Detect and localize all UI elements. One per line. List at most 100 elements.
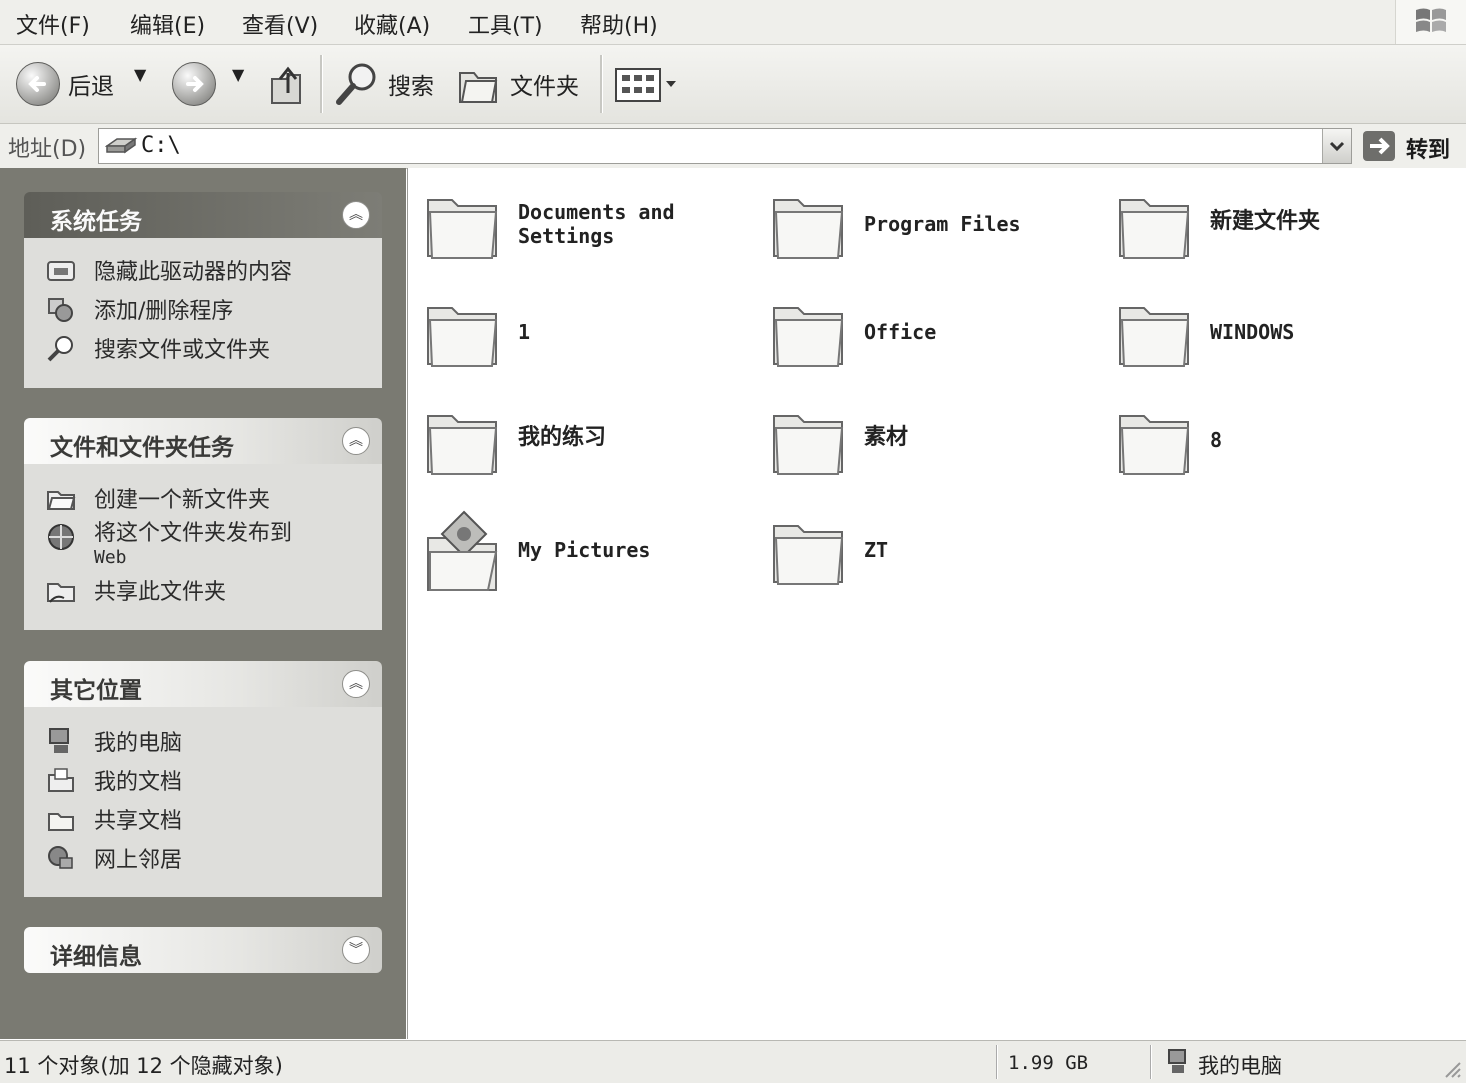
- folder-item[interactable]: Office: [770, 298, 1070, 378]
- toolbar: 后退 ▼ ▼ 搜索 文件夹: [0, 45, 1466, 124]
- forward-button[interactable]: [172, 62, 216, 106]
- folders-icon[interactable]: [456, 63, 502, 107]
- resize-grip-icon[interactable]: [1440, 1057, 1462, 1079]
- folder-icon: [1119, 199, 1190, 259]
- details-title: 详细信息: [50, 944, 142, 970]
- back-dropdown-icon[interactable]: ▼: [134, 65, 146, 84]
- address-bar: 地址(D) C:\ 转到: [0, 124, 1466, 169]
- address-value[interactable]: C:\: [141, 133, 181, 158]
- file-folder-tasks-body: 创建一个新文件夹 将这个文件夹发布到 Web 共享此文件夹: [24, 464, 382, 630]
- folder-name: ZT: [864, 538, 889, 562]
- chevron-down-icon: [1329, 141, 1345, 152]
- forward-arrow-icon: [186, 76, 204, 92]
- system-tasks-header[interactable]: 系统任务 ︽: [24, 192, 382, 238]
- computer-icon: [49, 728, 69, 753]
- folder-name: 我的练习: [518, 425, 607, 450]
- folder-name: 素材: [864, 425, 909, 450]
- go-arrow-icon: [1363, 131, 1395, 161]
- chevron-up-icon[interactable]: ︽: [342, 201, 370, 229]
- address-input[interactable]: C:\: [98, 128, 1352, 164]
- folder-item[interactable]: Program Files: [770, 190, 1070, 270]
- status-bar: 11 个对象(加 12 个隐藏对象) 1.99 GB 我的电脑: [0, 1040, 1466, 1083]
- programs-icon: [48, 298, 73, 322]
- system-tasks-title: 系统任务: [50, 209, 142, 235]
- folder-name: My Pictures: [518, 538, 651, 562]
- new-folder-icon: [47, 491, 76, 510]
- folder-name: WINDOWS: [1210, 320, 1295, 344]
- back-arrow-icon: [28, 76, 46, 92]
- forward-dropdown-icon[interactable]: ▼: [232, 65, 244, 84]
- folder-name: Settings: [518, 224, 615, 248]
- folder-item[interactable]: 我的练习: [424, 406, 724, 486]
- menu-view[interactable]: 查看(V): [242, 8, 318, 40]
- folder-icon: [773, 199, 844, 259]
- chevron-up-icon[interactable]: ︽: [342, 427, 370, 455]
- chevron-up-icon[interactable]: ︽: [342, 670, 370, 698]
- menu-file[interactable]: 文件(F): [16, 8, 90, 40]
- folder-view: Documents and Settings Program Files 新建文…: [407, 168, 1466, 1039]
- toolbar-separator: [320, 55, 323, 113]
- up-folder-icon[interactable]: [266, 59, 308, 109]
- address-label: 地址(D): [8, 137, 87, 162]
- folder-item[interactable]: WINDOWS: [1116, 298, 1416, 378]
- folder-icon: [48, 813, 74, 831]
- folder-item[interactable]: 1: [424, 298, 724, 378]
- folder-name: Office: [864, 320, 937, 344]
- menu-bar: 文件(F) 编辑(E) 查看(V) 收藏(A) 工具(T) 帮助(H): [0, 0, 1466, 45]
- folder-name: Program Files: [864, 212, 1021, 236]
- folder-icon: [427, 199, 498, 259]
- pictures-folder-icon: [427, 510, 498, 591]
- folder-name: 1: [518, 320, 531, 344]
- folder-item[interactable]: 新建文件夹: [1116, 190, 1416, 270]
- status-object-count: 11 个对象(加 12 个隐藏对象): [4, 1054, 283, 1078]
- search-icon[interactable]: [334, 59, 380, 109]
- go-label: 转到: [1406, 138, 1451, 163]
- folder-icon: [773, 307, 844, 367]
- folder-icon: [427, 307, 498, 367]
- status-separator: [1150, 1045, 1152, 1079]
- other-places-header[interactable]: 其它位置 ︽: [24, 661, 382, 707]
- menu-tools[interactable]: 工具(T): [468, 8, 543, 40]
- go-button[interactable]: 转到: [1360, 128, 1460, 164]
- computer-icon: [1168, 1049, 1186, 1073]
- folder-icon: [773, 525, 844, 585]
- folder-name: 8: [1210, 428, 1223, 452]
- share-folder-icon: [47, 583, 75, 603]
- back-label[interactable]: 后退: [68, 67, 114, 101]
- other-places-body: 我的电脑 我的文档 共享文档 网上邻居: [24, 707, 382, 897]
- folder-name: 新建文件夹: [1210, 209, 1321, 234]
- toolbar-separator: [600, 55, 603, 113]
- chevron-down-icon[interactable]: ︾: [342, 936, 370, 964]
- drive-icon: [105, 137, 138, 154]
- file-folder-tasks-title: 文件和文件夹任务: [50, 435, 234, 461]
- menu-edit[interactable]: 编辑(E): [130, 8, 205, 40]
- folders-label[interactable]: 文件夹: [510, 67, 579, 101]
- folder-icon: [1119, 415, 1190, 475]
- task-pane: 系统任务 ︽ 隐藏此驱动器的内容 添加/删除程序 搜索文件或文件夹 文件和文件夹…: [0, 168, 406, 1039]
- network-icon: [48, 846, 73, 869]
- folder-item[interactable]: ZT: [770, 516, 1070, 596]
- status-separator: [996, 1045, 998, 1079]
- documents-folder-icon: [48, 768, 74, 792]
- folder-icon: [427, 415, 498, 475]
- folder-item[interactable]: Documents and Settings: [424, 190, 724, 270]
- folder-item[interactable]: 8: [1116, 406, 1416, 486]
- other-places-title: 其它位置: [50, 678, 142, 704]
- back-button[interactable]: [16, 62, 60, 106]
- details-header[interactable]: 详细信息 ︾: [24, 927, 382, 973]
- drive-contents-icon: [47, 261, 75, 281]
- views-icon[interactable]: [614, 65, 680, 105]
- folder-icon: [1119, 307, 1190, 367]
- system-tasks-body: 隐藏此驱动器的内容 添加/删除程序 搜索文件或文件夹: [24, 238, 382, 388]
- menu-help[interactable]: 帮助(H): [580, 8, 658, 40]
- search-label[interactable]: 搜索: [388, 67, 434, 101]
- status-location: 我的电脑: [1198, 1054, 1282, 1078]
- menu-favorites[interactable]: 收藏(A): [354, 8, 430, 40]
- folder-item[interactable]: 素材: [770, 406, 1070, 486]
- folder-item[interactable]: My Pictures: [424, 508, 724, 602]
- windows-logo: [1395, 0, 1466, 44]
- folder-icon: [773, 415, 844, 475]
- folder-name: Documents and: [518, 200, 675, 224]
- file-folder-tasks-header[interactable]: 文件和文件夹任务 ︽: [24, 418, 382, 464]
- address-dropdown-button[interactable]: [1322, 129, 1351, 163]
